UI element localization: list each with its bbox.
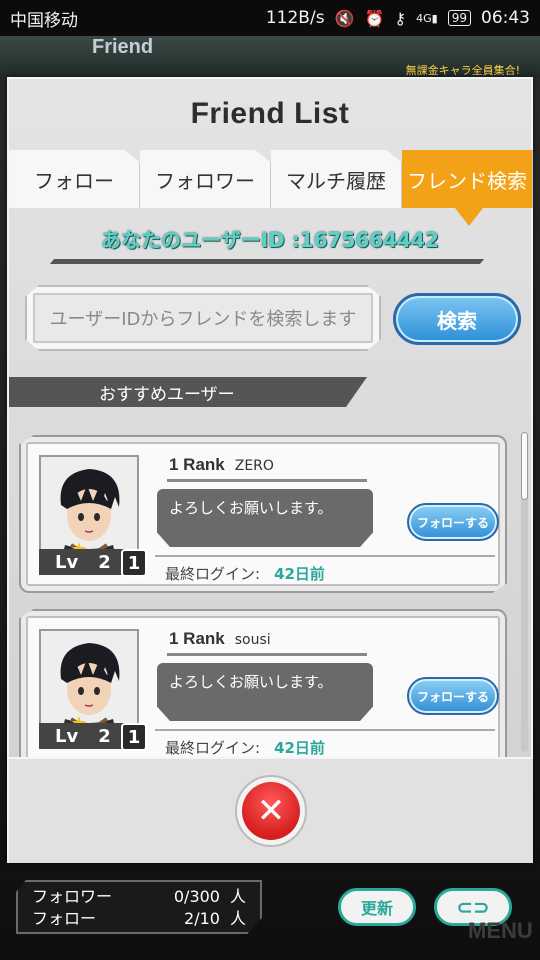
follower-count: 0/300: [173, 887, 220, 906]
search-placeholder: ユーザーIDからフレンドを検索します: [49, 309, 357, 330]
section-title: おすすめユーザー: [99, 384, 235, 405]
background-header: Friend 無課金キャラ全員集合!: [0, 36, 540, 78]
follow-button[interactable]: フォローする: [407, 503, 499, 541]
background-header-title: Friend: [92, 36, 154, 58]
mute-icon: 🔇: [334, 8, 355, 28]
modal-footer: ✕: [9, 757, 533, 863]
clock: 06:43: [481, 8, 530, 28]
rank-line: 1 Rank sousi: [169, 629, 271, 649]
alarm-icon: ⏰: [364, 8, 385, 28]
net-speed: 112B/s: [265, 8, 325, 28]
user-rank: 1 Rank: [169, 455, 225, 474]
follow-button[interactable]: フォローする: [407, 677, 499, 715]
last-login: 最終ログイン: 42日前: [165, 565, 325, 583]
signal-icon: 4G▮: [416, 11, 438, 25]
unit-label: 人: [229, 887, 246, 906]
background-banner: 無課金キャラ全員集合!: [405, 64, 520, 77]
divider: [167, 479, 367, 482]
tab-bar: フォロー フォロワー マルチ履歴 フレンド検索: [9, 150, 533, 210]
user-message: よろしくお願いします。: [157, 489, 373, 547]
friend-count-panel: フォロワー 0/300 人 フォロー 2/10 人: [16, 880, 262, 934]
user-rank: 1 Rank: [169, 629, 225, 648]
divider: [167, 653, 367, 656]
recommended-user-list[interactable]: ★ Lv 2 1 1 Rank ZERO よろしくお願いします。 フォローする …: [9, 427, 533, 757]
menu-label[interactable]: MENU: [468, 918, 533, 944]
tab-follow[interactable]: フォロー: [9, 150, 140, 208]
user-card: ★ Lv 2 1 1 Rank ZERO よろしくお願いします。 フォローする …: [19, 435, 507, 593]
divider: [155, 555, 495, 557]
follower-count-row: フォロワー 0/300 人: [32, 886, 246, 908]
list-scrollbar[interactable]: [521, 432, 528, 752]
follower-label: フォロワー: [32, 887, 113, 906]
unit-label: 人: [229, 909, 246, 928]
key-icon: ⚷: [394, 8, 407, 28]
follow-count: 2/10: [184, 909, 220, 928]
battery-icon: 99: [447, 10, 471, 26]
close-icon: ✕: [242, 782, 300, 840]
divider: [155, 729, 495, 731]
close-button[interactable]: ✕: [235, 775, 307, 847]
friend-list-modal: Friend List フォロー フォロワー マルチ履歴 フレンド検索 あなたの…: [7, 77, 533, 863]
divider: [49, 259, 485, 264]
user-card: ★ Lv 2 1 1 Rank sousi よろしくお願いします。 フォローする…: [19, 609, 507, 757]
user-message: よろしくお願いします。: [157, 663, 373, 721]
tab-multi-history[interactable]: マルチ履歴: [271, 150, 402, 208]
user-name: ZERO: [234, 458, 274, 474]
follow-count-row: フォロー 2/10 人: [32, 908, 246, 930]
follow-label: フォロー: [32, 909, 97, 928]
tier-badge: 1: [121, 723, 147, 751]
user-name: sousi: [234, 632, 271, 648]
tab-friend-search[interactable]: フレンド検索: [402, 150, 533, 208]
back-icon: ⊂⊃: [456, 895, 490, 919]
tier-badge: 1: [121, 549, 147, 577]
tab-followers[interactable]: フォロワー: [140, 150, 271, 208]
scrollbar-thumb[interactable]: [521, 432, 528, 500]
section-header: おすすめユーザー: [9, 377, 365, 407]
modal-title: Friend List: [190, 97, 350, 130]
rank-line: 1 Rank ZERO: [169, 455, 274, 475]
search-button[interactable]: 検索: [393, 293, 521, 345]
status-bar: 中国移动 112B/s 🔇 ⏰ ⚷ 4G▮ 99 06:43: [0, 0, 540, 36]
refresh-button[interactable]: 更新: [338, 888, 416, 926]
last-login: 最終ログイン: 42日前: [165, 739, 325, 757]
carrier-name: 中国移动: [10, 10, 78, 31]
user-id-label: あなたのユーザーID :1675664442: [101, 228, 439, 252]
user-id-search-input[interactable]: ユーザーIDからフレンドを検索します: [25, 285, 381, 351]
